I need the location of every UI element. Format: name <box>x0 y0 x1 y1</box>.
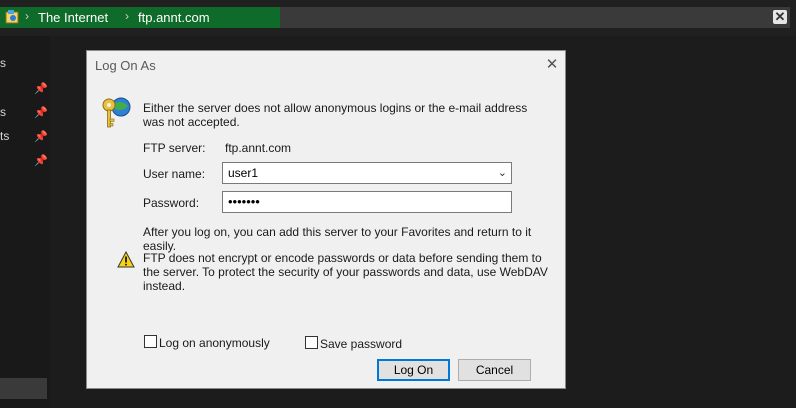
dialog-message: Either the server does not allow anonymo… <box>143 101 528 129</box>
cancel-button[interactable]: Cancel <box>458 359 531 381</box>
explorer-toolbar: › The Internet › ftp.annt.com ✕ <box>0 0 796 36</box>
navigation-pane: s 📌 s 📌 ts 📌 📌 <box>0 36 50 408</box>
sidebar-selected-item[interactable] <box>0 378 47 399</box>
log-on-as-dialog: Log On As ✕ Either the server does not a… <box>86 50 566 389</box>
address-bar[interactable]: › The Internet › ftp.annt.com ✕ <box>0 7 790 28</box>
pin-icon: 📌 <box>34 155 48 167</box>
password-value: ••••••• <box>228 194 260 209</box>
breadcrumb-ftp-server[interactable]: ftp.annt.com <box>138 10 210 25</box>
chevron-down-icon[interactable]: ⌄ <box>498 166 507 179</box>
username-value: user1 <box>228 166 259 180</box>
ftp-server-value: ftp.annt.com <box>225 141 292 155</box>
log-on-anonymously-label[interactable]: Log on anonymously <box>159 336 270 350</box>
password-field[interactable]: ••••••• <box>222 191 512 213</box>
favorites-note: After you log on, you can add this serve… <box>143 225 532 253</box>
key-globe-icon <box>102 97 131 128</box>
save-password-label[interactable]: Save password <box>320 337 402 351</box>
log-on-anonymously-checkbox[interactable] <box>144 335 157 348</box>
dialog-title: Log On As <box>95 58 156 73</box>
warning-icon <box>117 251 135 268</box>
ftp-server-label: FTP server: <box>143 141 206 155</box>
sidebar-item-label[interactable]: s <box>0 56 6 70</box>
save-password-checkbox[interactable] <box>305 336 318 349</box>
password-label: Password: <box>143 196 200 210</box>
pin-icon: 📌 <box>34 131 48 143</box>
sidebar-item-label[interactable]: s <box>0 105 6 119</box>
log-on-button[interactable]: Log On <box>377 359 450 381</box>
pin-icon: 📌 <box>34 107 48 119</box>
security-warning-text: FTP does not encrypt or encode passwords… <box>143 251 548 293</box>
username-label: User name: <box>143 167 206 181</box>
breadcrumb-separator: › <box>125 9 129 23</box>
ftp-folder-icon <box>5 10 19 24</box>
breadcrumb-separator: › <box>25 9 29 23</box>
pin-icon: 📌 <box>34 83 48 95</box>
close-icon[interactable]: ✕ <box>542 55 562 75</box>
address-clear-icon[interactable]: ✕ <box>773 10 787 24</box>
breadcrumb-the-internet[interactable]: The Internet <box>38 10 108 25</box>
address-breadcrumb-highlight: › The Internet › ftp.annt.com <box>0 7 280 28</box>
username-combobox[interactable]: user1 ⌄ <box>222 162 512 184</box>
sidebar-item-label[interactable]: ts <box>0 129 9 143</box>
